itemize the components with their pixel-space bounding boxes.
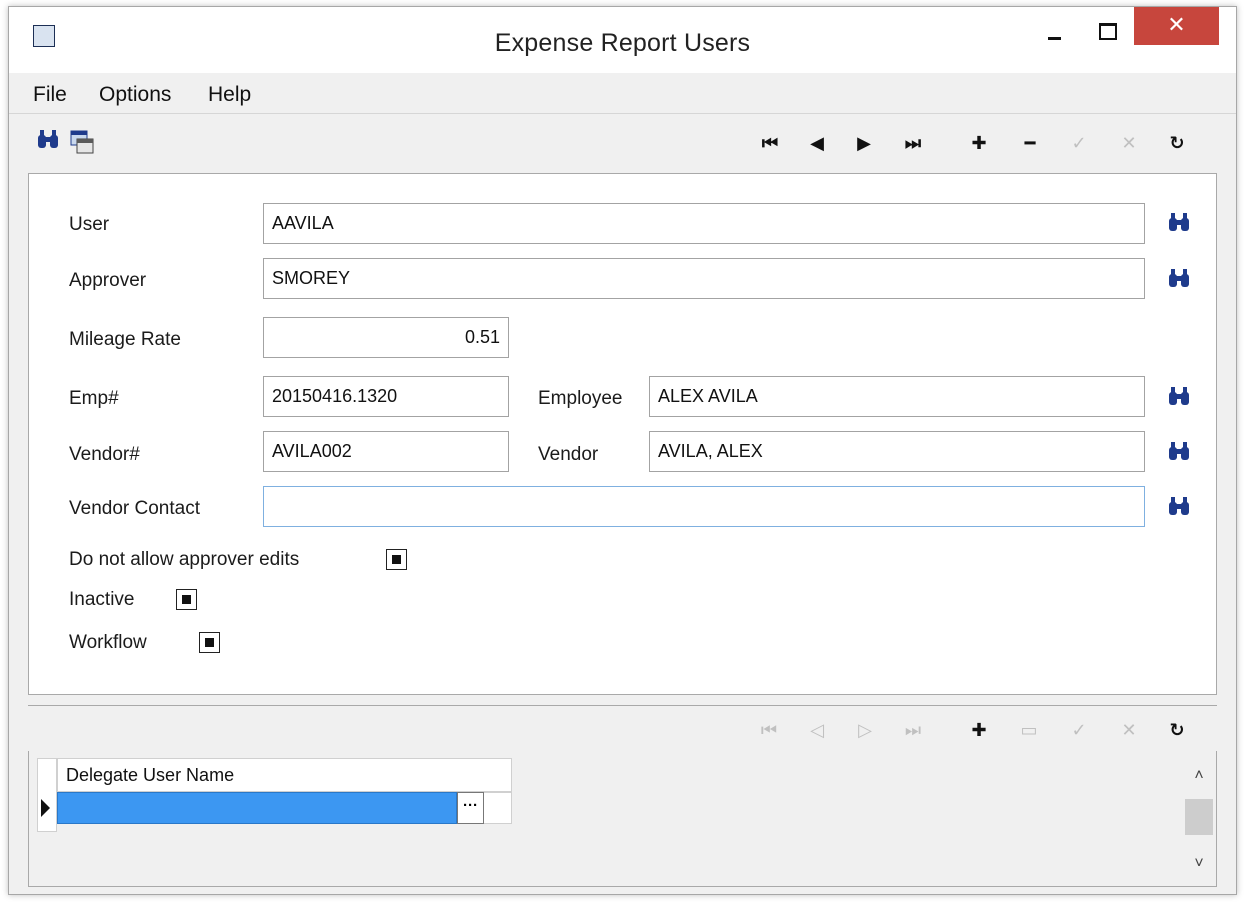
cancel-changes-button[interactable]: ✕	[1114, 131, 1144, 155]
menu-help[interactable]: Help	[208, 83, 251, 107]
last-record-button[interactable]: ⏭	[898, 131, 928, 155]
main-toolbar: ⏮ ◀ ▶ ⏭ ✚ ━ ✓ ✕ ↻	[19, 115, 1226, 171]
chevron-up-icon: ˄	[1194, 767, 1204, 784]
close-icon: ✕	[1167, 12, 1186, 37]
workflow-checkbox[interactable]	[199, 632, 220, 653]
user-lookup-binoculars-icon[interactable]	[1166, 212, 1192, 236]
vertical-scrollbar[interactable]: ˄ ˅	[1182, 759, 1216, 883]
cancel-icon: ✕	[1121, 720, 1137, 740]
grid-toolbar: ⏮ ◁ ▷ ⏭ ✚ ▭ ✓ ✕ ↻	[28, 705, 1217, 751]
vendor-contact-field[interactable]	[263, 486, 1145, 527]
grid-delete-button[interactable]: ▭	[1014, 718, 1044, 742]
mileage-rate-field[interactable]: 0.51	[263, 317, 509, 358]
vendor-contact-lookup-binoculars-icon[interactable]	[1166, 496, 1192, 520]
user-form-panel: User AAVILA Approver SMOREY Mileage Rate…	[28, 173, 1217, 695]
inactive-checkbox[interactable]	[176, 589, 197, 610]
inactive-label: Inactive	[69, 589, 135, 610]
user-label: User	[69, 214, 110, 235]
vendor-field[interactable]: AVILA, ALEX	[649, 431, 1145, 472]
app-window: Expense Report Users ✕ File Options Help…	[8, 6, 1237, 895]
delegate-grid: Delegate User Name ··· ˄ ˅	[28, 751, 1217, 887]
first-record-button[interactable]: ⏮	[755, 131, 785, 155]
minus-icon: ▭	[1020, 720, 1038, 740]
checkmark-icon: ✓	[1071, 720, 1087, 740]
minus-icon: ━	[1024, 133, 1036, 153]
grid-add-button[interactable]: ✚	[964, 718, 994, 742]
mileage-rate-label: Mileage Rate	[69, 329, 181, 350]
scroll-thumb[interactable]	[1185, 799, 1213, 835]
user-field[interactable]: AAVILA	[263, 203, 1145, 244]
grid-refresh-button[interactable]: ↻	[1162, 718, 1192, 742]
plus-icon: ✚	[971, 133, 987, 153]
approver-label: Approver	[69, 270, 147, 291]
menu-file[interactable]: File	[33, 83, 67, 107]
delegate-user-name-cell[interactable]	[57, 792, 457, 824]
next-icon: ▷	[858, 720, 872, 740]
scroll-down-button[interactable]: ˅	[1182, 849, 1216, 879]
accept-changes-button[interactable]: ✓	[1064, 131, 1094, 155]
menu-options[interactable]: Options	[99, 83, 171, 107]
scroll-up-button[interactable]: ˄	[1182, 761, 1216, 791]
vendor-label: Vendor	[538, 444, 599, 465]
previous-record-button[interactable]: ◀	[802, 131, 832, 155]
no-approver-edits-checkbox[interactable]	[386, 549, 407, 570]
grid-cell-filler	[484, 792, 512, 824]
employee-label: Employee	[538, 388, 623, 409]
first-icon: ⏮	[761, 133, 779, 153]
add-record-button[interactable]: ✚	[964, 131, 994, 155]
approver-lookup-binoculars-icon[interactable]	[1166, 268, 1192, 292]
title-bar[interactable]: Expense Report Users ✕	[9, 7, 1236, 73]
vendor-contact-label: Vendor Contact	[69, 498, 200, 519]
workflow-label: Workflow	[69, 632, 147, 653]
refresh-icon: ↻	[1169, 133, 1185, 153]
delete-record-button[interactable]: ━	[1015, 131, 1045, 155]
cancel-icon: ✕	[1121, 133, 1137, 153]
grid-last-button[interactable]: ⏭	[898, 718, 928, 742]
grid-accept-button[interactable]: ✓	[1064, 718, 1094, 742]
window-list-icon[interactable]	[69, 129, 95, 155]
vendor-lookup-binoculars-icon[interactable]	[1166, 441, 1192, 465]
no-approver-edits-label: Do not allow approver edits	[69, 549, 300, 570]
grid-row-header	[37, 758, 57, 832]
next-record-button[interactable]: ▶	[849, 131, 879, 155]
maximize-button[interactable]	[1084, 13, 1129, 49]
close-button[interactable]: ✕	[1134, 7, 1219, 45]
grid-next-button[interactable]: ▷	[850, 718, 880, 742]
refresh-button[interactable]: ↻	[1162, 131, 1192, 155]
vendor-no-label: Vendor#	[69, 444, 140, 465]
grid-previous-button[interactable]: ◁	[802, 718, 832, 742]
menu-bar: File Options Help	[9, 73, 1236, 114]
grid-cancel-button[interactable]: ✕	[1114, 718, 1144, 742]
binoculars-icon[interactable]	[35, 129, 61, 155]
minimize-button[interactable]	[1034, 13, 1074, 49]
checkmark-icon: ✓	[1071, 133, 1087, 153]
plus-icon: ✚	[971, 720, 987, 740]
chevron-down-icon: ˅	[1194, 855, 1204, 872]
last-icon: ⏭	[904, 720, 922, 740]
current-row-indicator-icon	[41, 799, 50, 817]
emp-no-field[interactable]: 20150416.1320	[263, 376, 509, 417]
employee-field[interactable]: ALEX AVILA	[649, 376, 1145, 417]
previous-icon: ◁	[810, 720, 824, 740]
vendor-no-field[interactable]: AVILA002	[263, 431, 509, 472]
column-header-delegate-user-name[interactable]: Delegate User Name	[57, 758, 512, 792]
emp-no-label: Emp#	[69, 388, 119, 409]
refresh-icon: ↻	[1169, 720, 1185, 740]
grid-first-button[interactable]: ⏮	[754, 718, 784, 742]
last-icon: ⏭	[904, 133, 922, 153]
next-icon: ▶	[857, 133, 871, 153]
first-icon: ⏮	[760, 720, 778, 740]
ellipsis-button[interactable]: ···	[457, 792, 484, 824]
approver-field[interactable]: SMOREY	[263, 258, 1145, 299]
previous-icon: ◀	[810, 133, 824, 153]
employee-lookup-binoculars-icon[interactable]	[1166, 386, 1192, 410]
